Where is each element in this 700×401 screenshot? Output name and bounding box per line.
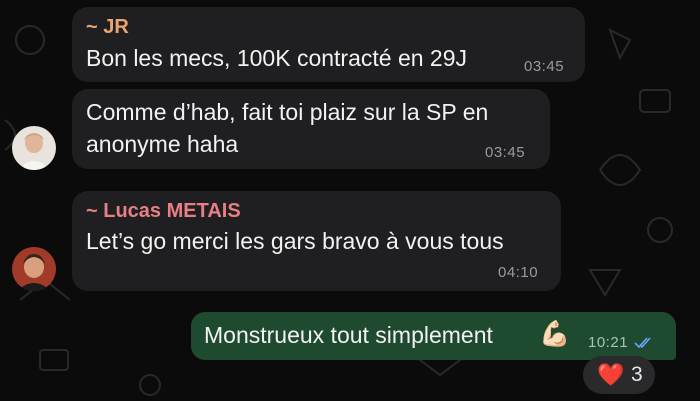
- flexed-biceps-emoji: 💪🏻: [539, 320, 571, 348]
- avatar[interactable]: [12, 247, 56, 291]
- outgoing-message-bubble[interactable]: Monstrueux tout simplement 💪🏻 10:21: [191, 312, 676, 360]
- message-time: 03:45: [485, 144, 526, 161]
- double-check-icon: [634, 337, 651, 349]
- heart-icon: ❤️: [597, 362, 625, 387]
- message-bubble-jr[interactable]: ~ JR Bon les mecs, 100K contracté en 29J…: [72, 7, 585, 82]
- avatar[interactable]: [12, 126, 56, 170]
- message-bubble-lucas[interactable]: ~ Lucas METAIS Let’s go merci les gars b…: [72, 191, 561, 291]
- message-text-line-1: Comme d’hab, fait toi plaiz sur la SP en: [86, 99, 489, 125]
- message-text: Monstrueux tout simplement: [204, 322, 493, 348]
- message-text: Let’s go merci les gars bravo à vous tou…: [86, 228, 504, 254]
- message-text: Bon les mecs, 100K contracté en 29J: [86, 45, 467, 71]
- message-bubble[interactable]: Comme d’hab, fait toi plaiz sur la SP en…: [72, 89, 550, 169]
- reaction-badge[interactable]: ❤️ 3: [583, 356, 655, 394]
- message-time: 10:21: [588, 334, 629, 351]
- message-time: 03:45: [524, 58, 565, 75]
- reaction-count: 3: [631, 363, 643, 386]
- sender-name[interactable]: ~ JR: [86, 16, 129, 39]
- message-time: 04:10: [498, 264, 539, 281]
- message-text-line-2: anonyme haha: [86, 131, 239, 157]
- sender-name[interactable]: ~ Lucas METAIS: [86, 200, 241, 223]
